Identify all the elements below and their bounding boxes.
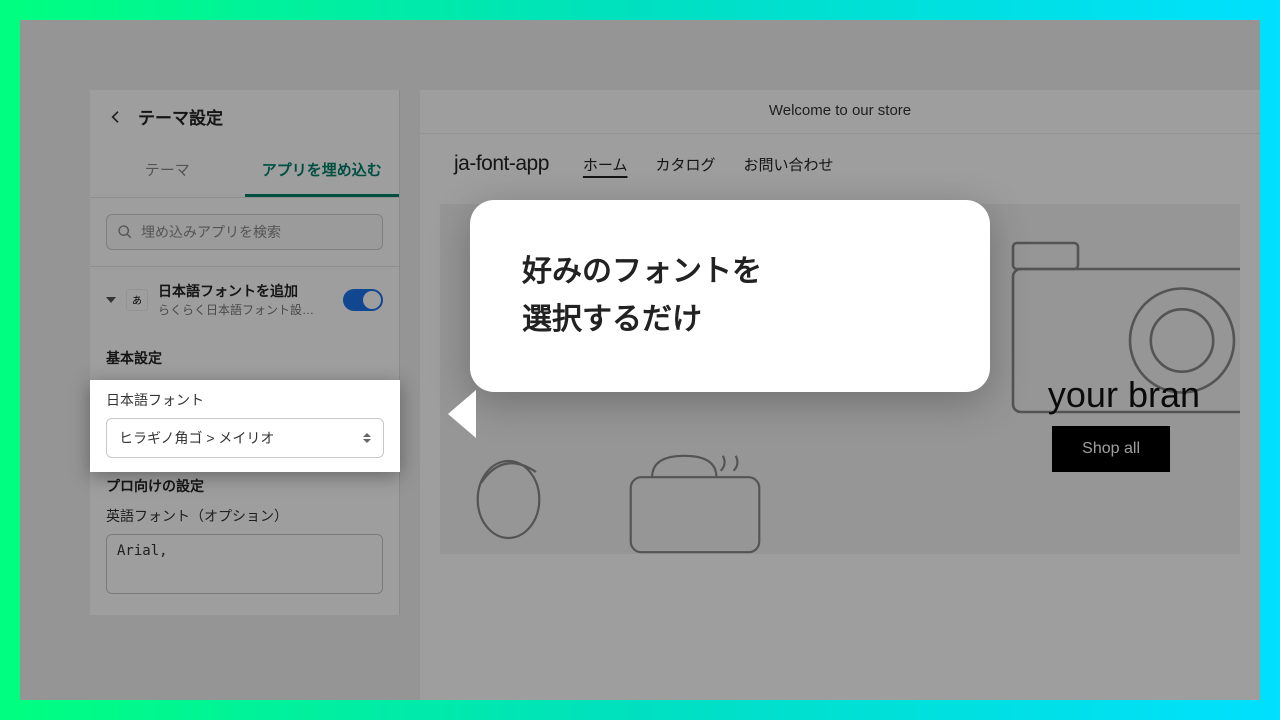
app-embed-title: 日本語フォントを追加 <box>158 281 343 301</box>
chevron-left-icon <box>108 109 124 125</box>
tooltip-arrow-icon <box>448 390 476 438</box>
nav-contact[interactable]: お問い合わせ <box>743 154 833 175</box>
app-icon: あ <box>126 289 148 311</box>
back-button[interactable] <box>106 107 126 127</box>
japanese-font-value: ヒラギノ角ゴ > メイリオ <box>119 428 274 448</box>
search-input[interactable]: 埋め込みアプリを検索 <box>106 214 383 250</box>
hero-illustration-glasses <box>470 434 580 554</box>
tab-theme[interactable]: テーマ <box>90 147 245 197</box>
pro-settings-heading: プロ向けの設定 <box>106 470 383 506</box>
sidebar-tabs: テーマ アプリを埋め込む <box>90 147 399 198</box>
announcement-bar: Welcome to our store <box>420 90 1260 134</box>
japanese-font-selector: 日本語フォント ヒラギノ角ゴ > メイリオ <box>90 380 400 472</box>
search-placeholder: 埋め込みアプリを検索 <box>141 222 281 242</box>
storefront-preview: Welcome to our store ja-font-app ホーム カタロ… <box>420 90 1260 700</box>
hero-illustration-toaster <box>620 444 770 554</box>
tooltip-line-2: 選択するだけ <box>522 303 702 336</box>
hero-tagline: your bran <box>1048 374 1200 416</box>
japanese-font-label: 日本語フォント <box>106 390 384 410</box>
nav-home[interactable]: ホーム <box>583 154 628 175</box>
select-arrows-icon <box>363 433 371 443</box>
tooltip-line-1: 好みのフォントを <box>522 255 762 288</box>
basic-settings-heading: 基本設定 <box>106 332 383 378</box>
preview-header: ja-font-app ホーム カタログ お問い合わせ <box>420 134 1260 190</box>
callout-tooltip: 好みのフォントを 選択するだけ <box>470 200 990 392</box>
english-font-input[interactable] <box>106 534 383 594</box>
store-logo[interactable]: ja-font-app <box>454 152 549 176</box>
search-icon <box>117 224 133 240</box>
chevron-down-icon <box>106 297 116 303</box>
app-embed-subtitle: らくらく日本語フォント設定 | ... <box>158 301 318 318</box>
app-embed-toggle[interactable] <box>343 289 383 311</box>
shop-all-button[interactable]: Shop all <box>1052 426 1170 472</box>
settings-sidebar: テーマ設定 テーマ アプリを埋め込む 埋め込みアプリを検索 あ 日本語フォントを… <box>90 90 400 615</box>
english-font-label: 英語フォント（オプション） <box>106 506 383 526</box>
nav-catalog[interactable]: カタログ <box>655 154 715 175</box>
app-embed-row[interactable]: あ 日本語フォントを追加 らくらく日本語フォント設定 | ... <box>90 267 399 332</box>
tab-embed-apps[interactable]: アプリを埋め込む <box>245 147 400 197</box>
japanese-font-select[interactable]: ヒラギノ角ゴ > メイリオ <box>106 418 384 458</box>
sidebar-title: テーマ設定 <box>138 104 223 129</box>
preview-nav: ホーム カタログ お問い合わせ <box>583 154 834 175</box>
